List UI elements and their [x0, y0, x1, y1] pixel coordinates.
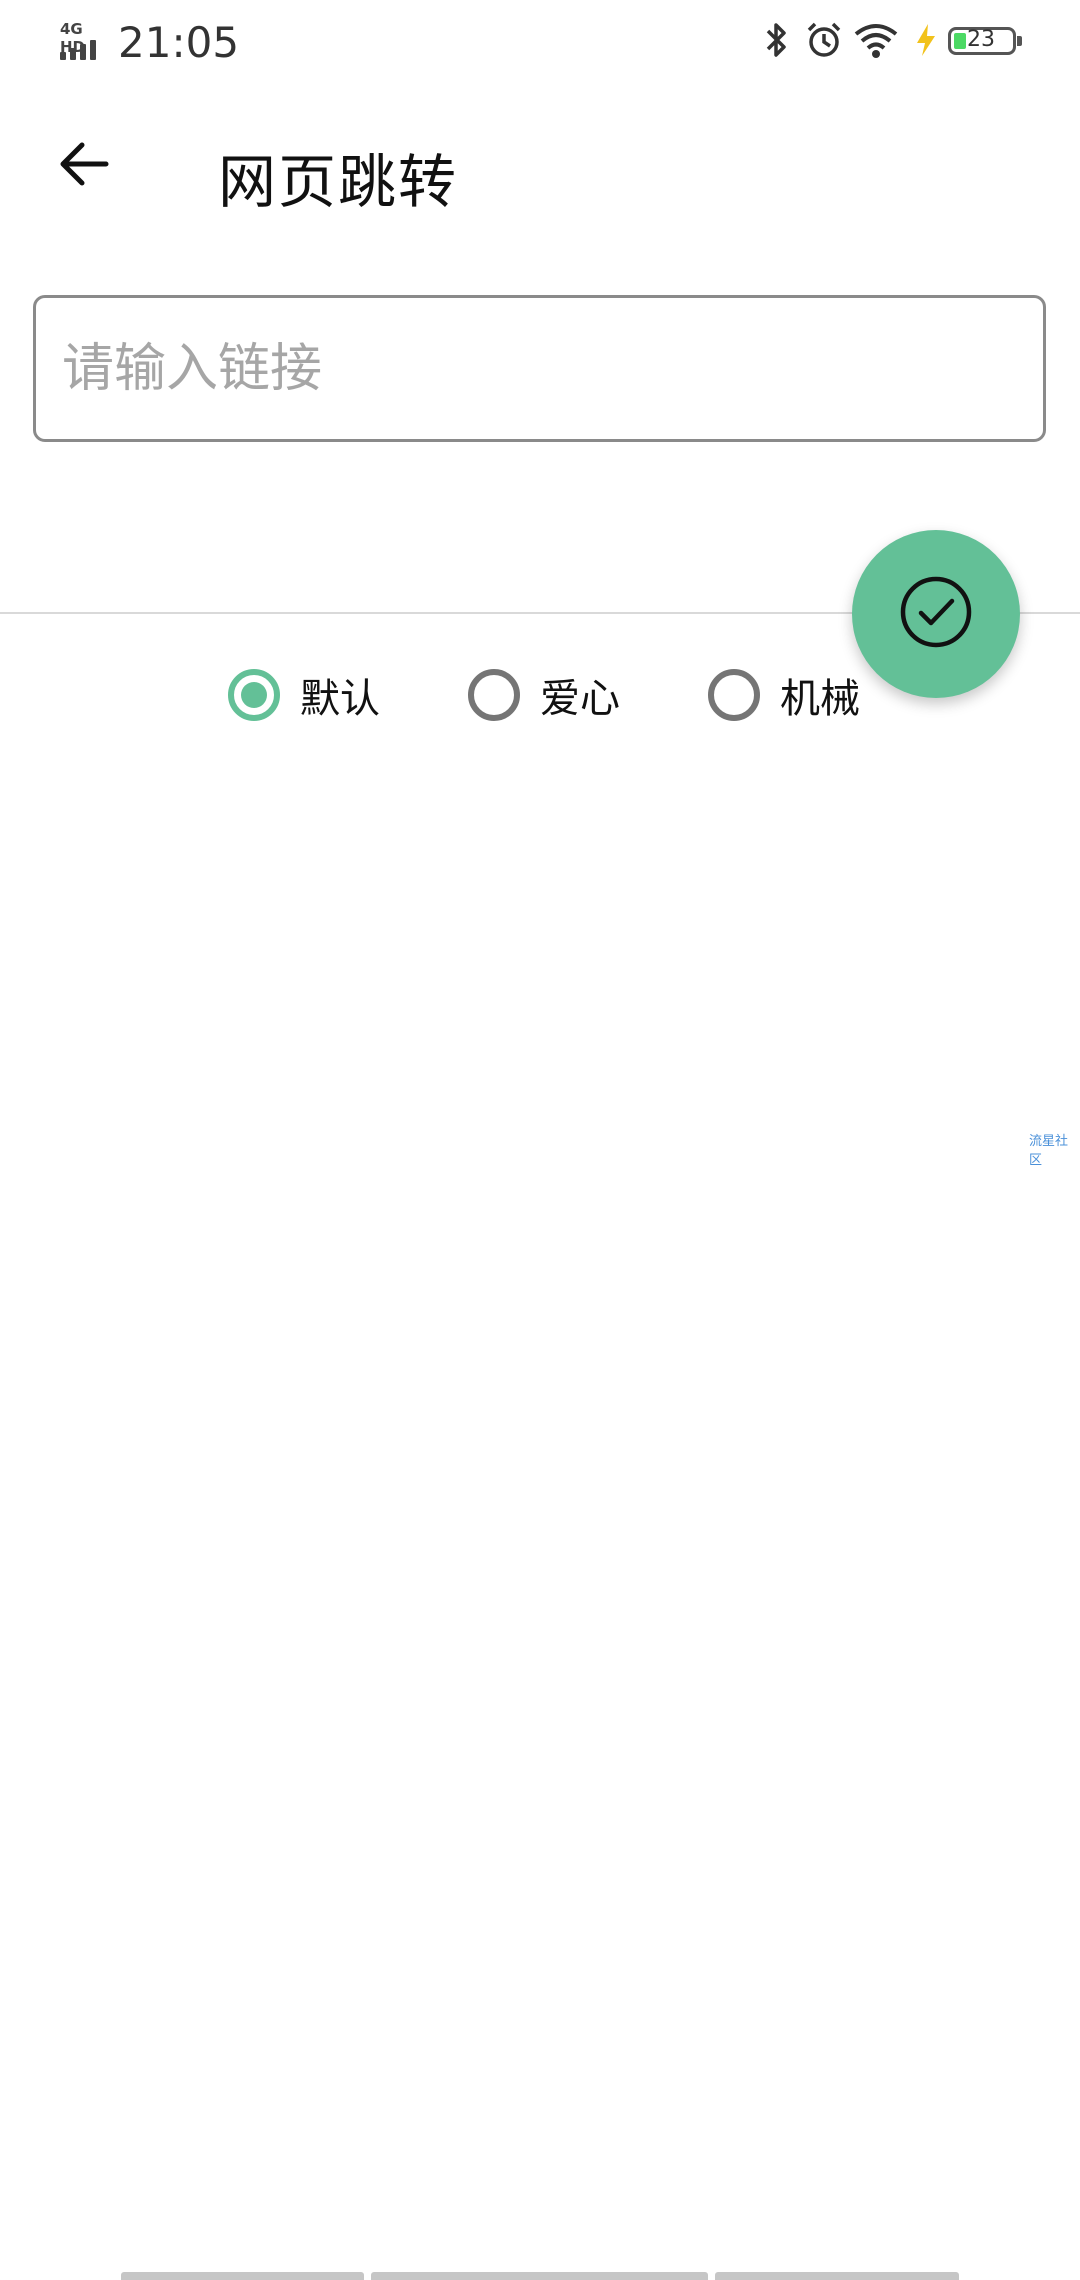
check-circle-icon	[896, 572, 976, 656]
url-input[interactable]	[33, 295, 1046, 442]
toolbar: 网页跳转	[0, 100, 1080, 240]
radio-heart[interactable]: 爱心	[468, 660, 620, 730]
charging-bolt-icon	[912, 20, 940, 64]
page-title: 网页跳转	[218, 148, 459, 216]
battery-icon: 23	[948, 27, 1022, 55]
wifi-icon	[852, 20, 900, 64]
radio-checked-icon	[228, 669, 280, 721]
nav-hint-bar	[715, 2272, 959, 2280]
bluetooth-icon	[762, 20, 792, 64]
radio-label: 默认	[300, 676, 380, 722]
back-button[interactable]	[40, 122, 128, 210]
radio-default[interactable]: 默认	[228, 660, 380, 730]
radio-label: 爱心	[540, 676, 620, 722]
watermark-text: 流星社区	[1029, 1134, 1069, 1168]
radio-label: 机械	[780, 676, 860, 722]
radio-unchecked-icon	[468, 669, 520, 721]
status-time: 21:05	[118, 18, 240, 67]
cellular-signal-icon: 4G HD	[58, 20, 106, 60]
arrow-left-icon	[56, 136, 112, 196]
nav-hint-bar	[121, 2272, 364, 2280]
battery-level: 23	[967, 27, 995, 52]
cursor-style-radio-group: 默认 爱心 机械	[0, 660, 1080, 730]
radio-mechanical[interactable]: 机械	[708, 660, 860, 730]
radio-unchecked-icon	[708, 669, 760, 721]
alarm-clock-icon	[804, 20, 844, 64]
status-bar: 4G HD 21:05 23	[0, 0, 1080, 84]
nav-hint-bar	[371, 2272, 708, 2280]
